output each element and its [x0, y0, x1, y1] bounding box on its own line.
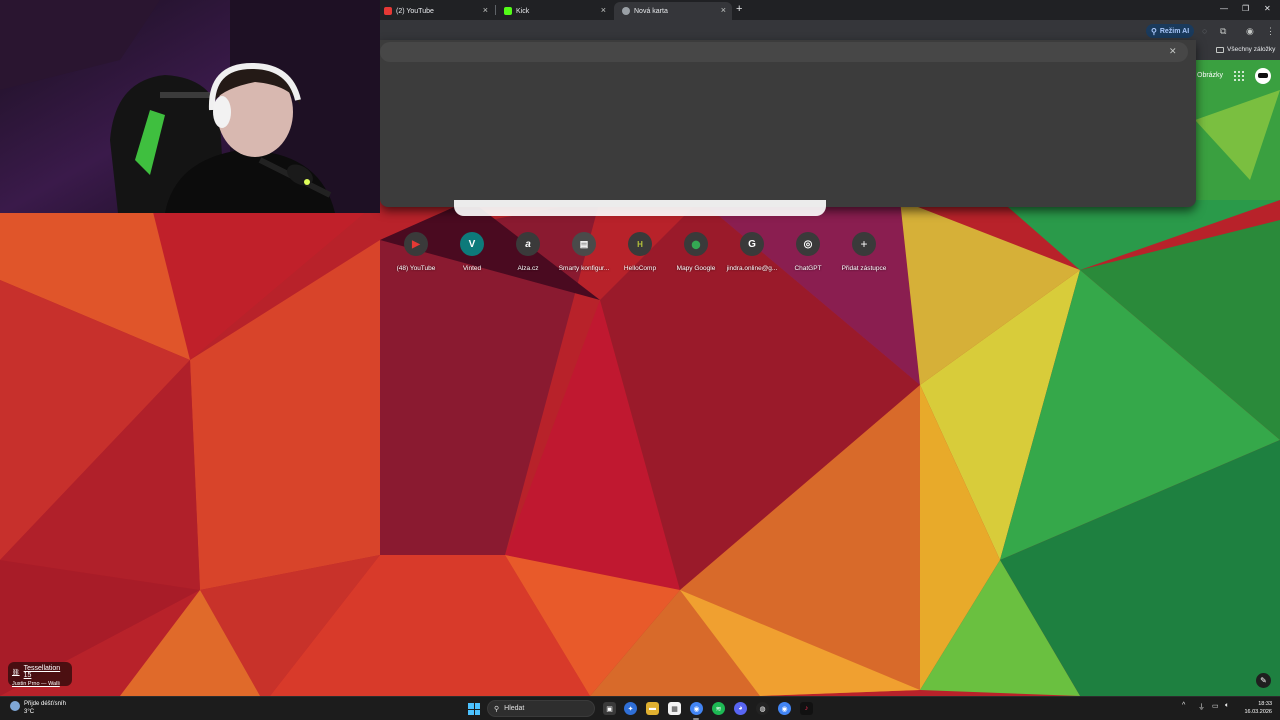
search-icon: ⚲ — [494, 705, 500, 713]
folder-icon — [1216, 46, 1224, 53]
show-hidden-icons-icon[interactable]: ^ — [1182, 702, 1185, 709]
shortcut-label: Přidat zástupce — [841, 265, 887, 272]
wallpaper-author: Justin Prno — Walli — [12, 681, 60, 687]
bookmark-star-icon[interactable]: ○ — [1202, 26, 1207, 36]
clock-time: 18:33 — [1258, 701, 1272, 707]
smarty-icon: ▤ — [572, 232, 596, 256]
add-shortcut-button[interactable]: + Přidat zástupce — [836, 232, 892, 272]
chatgpt-icon: ◎ — [796, 232, 820, 256]
shortcut-label: HelloComp — [623, 265, 657, 272]
omnibox-dropdown — [380, 40, 1196, 207]
close-tab-icon[interactable]: × — [721, 5, 726, 15]
shortcut-smarty[interactable]: ▤ Smarty konfigur... — [556, 232, 612, 272]
profile-icon[interactable]: ◉ — [1246, 26, 1254, 37]
weather-icon — [10, 701, 20, 711]
chrome-icon[interactable]: ◉ — [690, 702, 703, 715]
webcam-overlay — [0, 0, 380, 213]
weather-text: Přijde déšť/sníh — [24, 701, 66, 707]
obs-icon[interactable]: ◍ — [756, 702, 769, 715]
menu-kebab-icon[interactable]: ⋮ — [1266, 26, 1275, 37]
all-bookmarks-label: Všechny záložky — [1227, 46, 1276, 53]
customize-pencil-icon[interactable]: ✎ — [1256, 673, 1271, 688]
images-link[interactable]: Obrázky — [1197, 72, 1223, 79]
google-apps-icon[interactable] — [1234, 71, 1245, 82]
clock-date: 16.03.2026 — [1244, 709, 1272, 715]
chrome-profile-icon[interactable]: ◉ — [778, 702, 791, 715]
shortcuts-grid: ▶ (48) YouTube V Vinted a Alza.cz ▤ Smar… — [388, 232, 892, 280]
shortcut-label: ChatGPT — [794, 265, 822, 272]
shortcut-vinted[interactable]: V Vinted — [444, 232, 500, 272]
shortcut-gmail-account[interactable]: G jindra.online@g... — [724, 232, 780, 272]
shortcut-label: Vinted — [462, 265, 482, 272]
youtube-icon — [384, 7, 392, 15]
shortcut-label: jindra.online@g... — [726, 265, 778, 272]
weather-widget[interactable]: Přijde déšť/sníh 3°C — [10, 700, 66, 716]
shortcut-label: (48) YouTube — [396, 265, 436, 272]
shortcut-alza[interactable]: a Alza.cz — [500, 232, 556, 272]
task-view-icon[interactable]: ▣ — [603, 702, 616, 715]
google-top-links: Obrázky — [1190, 68, 1280, 84]
globe-icon — [622, 7, 630, 15]
ai-search-icon: ⚲ — [1151, 26, 1157, 36]
vinted-icon: V — [460, 232, 484, 256]
all-bookmarks-button[interactable]: Všechny záložky — [1216, 46, 1275, 53]
wallpaper-title: Tessellation 15 — [23, 665, 61, 679]
close-window-icon[interactable]: ✕ — [1264, 4, 1271, 13]
minimize-icon[interactable]: — — [1220, 4, 1228, 13]
google-icon: G — [740, 232, 764, 256]
close-tab-icon[interactable]: × — [601, 5, 606, 15]
spotify-icon[interactable]: ≋ — [712, 702, 725, 715]
account-avatar[interactable] — [1255, 68, 1271, 84]
shortcut-maps[interactable]: ⬤ Mapy Google — [668, 232, 724, 272]
shortcut-chatgpt[interactable]: ◎ ChatGPT — [780, 232, 836, 272]
taskbar-search[interactable]: ⚲ Hledat — [487, 700, 595, 717]
omnibox-input[interactable] — [380, 42, 1188, 62]
tab-label: Nová karta — [634, 7, 668, 15]
restore-icon[interactable]: ❐ — [1242, 4, 1249, 13]
extensions-icon[interactable]: ⧉ — [1220, 26, 1226, 37]
new-tab-button[interactable]: + — [736, 3, 742, 15]
tab-new-tab[interactable]: Nová karta × — [614, 2, 732, 20]
monitor-icon[interactable]: ▭ — [1212, 702, 1219, 710]
tab-label: Kick — [516, 7, 530, 15]
discord-icon[interactable]: ◕ — [734, 702, 747, 715]
shortcut-label: Smarty konfigur... — [558, 265, 610, 272]
file-explorer-icon[interactable]: ▬ — [646, 702, 659, 715]
store-icon[interactable]: ▦ — [668, 702, 681, 715]
ai-mode-label: Režim AI — [1159, 27, 1190, 35]
ai-mode-button[interactable]: ⚲ Režim AI — [1146, 24, 1195, 38]
plus-icon: + — [852, 232, 876, 256]
hellocomp-icon: H — [628, 232, 652, 256]
start-button-windows-icon[interactable] — [468, 703, 480, 715]
tab-youtube[interactable]: (2) YouTube × — [376, 2, 494, 20]
search-label: Hledat — [504, 705, 525, 712]
system-clock[interactable]: 18:33 16.03.2026 — [1240, 700, 1272, 716]
link-icon: ⛓ — [12, 669, 20, 676]
screen: { "browser": { "tabs": [ {"label": "(2) … — [0, 0, 1280, 720]
google-search-box[interactable] — [454, 200, 826, 216]
copilot-icon[interactable]: ✦ — [624, 702, 637, 715]
shortcut-label: Alza.cz — [517, 265, 539, 272]
youtube-icon: ▶ — [404, 232, 428, 256]
tab-kick[interactable]: Kick × — [496, 2, 612, 20]
shortcut-hellocomp[interactable]: H HelloComp — [612, 232, 668, 272]
weather-temp: 3°C — [24, 709, 35, 715]
shortcut-label: Mapy Google — [676, 265, 716, 272]
tab-label: (2) YouTube — [396, 7, 434, 15]
alza-icon: a — [516, 232, 540, 256]
map-pin-icon: ⬤ — [684, 232, 708, 256]
wallpaper-attribution[interactable]: ⛓ Tessellation 15 Justin Prno — Walli — [8, 662, 72, 687]
shortcut-youtube[interactable]: ▶ (48) YouTube — [388, 232, 444, 272]
microphone-icon[interactable]: ⏚ — [1198, 702, 1205, 712]
volume-icon[interactable]: 🔈︎ — [1225, 702, 1229, 710]
clear-input-icon[interactable]: ✕ — [1169, 46, 1177, 57]
close-tab-icon[interactable]: × — [483, 5, 488, 15]
tiktok-icon[interactable]: ♪ — [800, 702, 813, 715]
taskbar: Přijde déšť/sníh 3°C ⚲ Hledat ▣ ✦ ▬ ▦ ◉ … — [0, 696, 1280, 720]
kick-icon — [504, 7, 512, 15]
